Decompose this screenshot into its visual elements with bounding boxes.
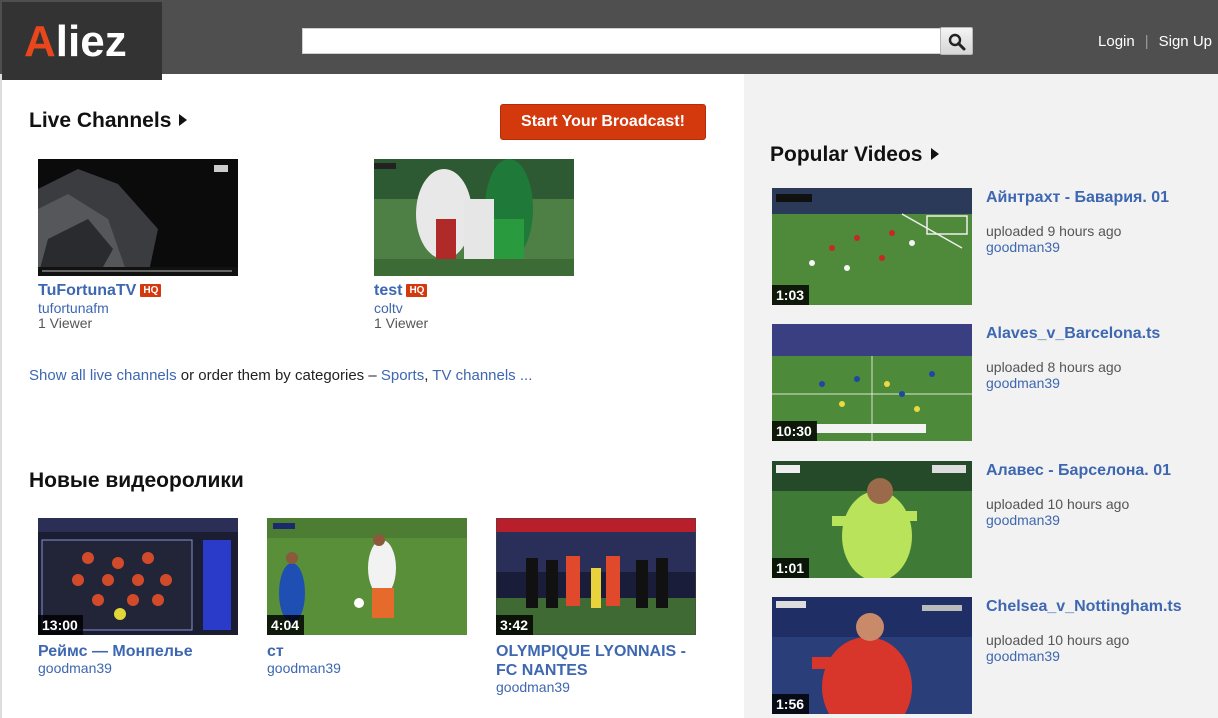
video-duration: 4:04 (267, 615, 305, 635)
video-duration: 10:30 (772, 421, 817, 441)
upload-time: uploaded 8 hours ago (986, 359, 1122, 375)
live-channels-heading[interactable]: Live Channels (29, 109, 188, 133)
video-duration: 1:01 (772, 558, 810, 578)
start-broadcast-button[interactable]: Start Your Broadcast! (500, 104, 706, 140)
channel-viewers: 1 Viewer (374, 315, 429, 331)
arrow-right-icon (179, 114, 188, 126)
channel-title-link[interactable]: test HQ (374, 282, 428, 300)
video-duration: 1:56 (772, 694, 810, 714)
arrow-right-icon (930, 148, 939, 160)
popular-user-link[interactable]: goodman39 (986, 512, 1060, 528)
video-user-link[interactable]: goodman39 (267, 660, 341, 676)
channel-viewers: 1 Viewer (38, 315, 93, 331)
popular-user-link[interactable]: goodman39 (986, 239, 1060, 255)
signup-link[interactable]: Sign Up (1159, 33, 1212, 50)
video-thumbnail[interactable]: 4:04 (267, 518, 467, 635)
more-categories-link[interactable]: ... (516, 367, 533, 384)
video-user-link[interactable]: goodman39 (496, 679, 570, 695)
search-button[interactable] (940, 27, 973, 55)
video-thumbnail[interactable]: 3:42 (496, 518, 696, 635)
upload-time: uploaded 10 hours ago (986, 632, 1130, 648)
search-input[interactable] (302, 28, 942, 54)
channel-user-link[interactable]: coltv (374, 300, 403, 316)
video-title-link[interactable]: ст (267, 642, 477, 661)
live-channels-categories: Show all live channels or order them by … (29, 367, 532, 384)
popular-thumbnail[interactable]: 10:30 (772, 324, 972, 441)
upload-time: uploaded 9 hours ago (986, 223, 1122, 239)
hq-badge: HQ (140, 284, 162, 297)
popular-title-link[interactable]: Айнтрахт - Бавария. 01 (986, 189, 1169, 207)
logo-text: liez (55, 17, 127, 66)
popular-thumbnail[interactable]: 1:03 (772, 188, 972, 305)
channel-thumbnail-image (374, 159, 574, 276)
channel-title-link[interactable]: TuFortunaTV HQ (38, 282, 162, 300)
popular-user-link[interactable]: goodman39 (986, 648, 1060, 664)
logo-letter: A (24, 17, 56, 66)
channel-thumbnail[interactable] (38, 159, 238, 276)
video-duration: 3:42 (496, 615, 534, 635)
channel-user-link[interactable]: tufortunafm (38, 300, 109, 316)
video-thumbnail[interactable]: 13:00 (38, 518, 238, 635)
category-sports-link[interactable]: Sports (381, 367, 424, 384)
new-videos-heading: Новые видеоролики (29, 469, 244, 492)
live-channels-title: Live Channels (29, 109, 172, 132)
video-title-link[interactable]: OLYMPIQUE LYONNAIS - FC NANTES (496, 642, 706, 680)
hq-badge: HQ (406, 284, 428, 297)
upload-time: uploaded 10 hours ago (986, 496, 1130, 512)
channel-title: TuFortunaTV (38, 282, 137, 299)
category-tv-link[interactable]: TV channels (432, 367, 515, 384)
channel-thumbnail[interactable] (374, 159, 574, 276)
show-all-live-link[interactable]: Show all live channels (29, 367, 177, 384)
popular-title-link[interactable]: Alaves_v_Barcelona.ts (986, 325, 1160, 343)
search-icon (948, 33, 966, 51)
popular-thumbnail[interactable]: 1:01 (772, 461, 972, 578)
video-title-link[interactable]: Реймс — Монпелье (38, 642, 248, 661)
channel-title: test (374, 282, 403, 299)
channel-thumbnail-image (38, 159, 238, 276)
popular-title-link[interactable]: Алавес - Барселона. 01 (986, 462, 1171, 480)
video-duration: 1:03 (772, 285, 810, 305)
popular-user-link[interactable]: goodman39 (986, 375, 1060, 391)
popular-title-link[interactable]: Chelsea_v_Nottingham.ts (986, 598, 1182, 616)
page-left-border (0, 74, 2, 718)
popular-videos-title: Popular Videos (770, 143, 923, 166)
popular-videos-heading[interactable]: Popular Videos (770, 143, 939, 167)
video-user-link[interactable]: goodman39 (38, 660, 112, 676)
popular-thumbnail[interactable]: 1:56 (772, 597, 972, 714)
video-duration: 13:00 (38, 615, 83, 635)
login-link[interactable]: Login (1098, 33, 1135, 50)
auth-links: Login | Sign Up (1098, 33, 1212, 50)
logo[interactable]: Aliez (2, 2, 162, 80)
nav-separator: | (1144, 33, 1149, 50)
order-text: or order them by categories – (176, 367, 381, 384)
